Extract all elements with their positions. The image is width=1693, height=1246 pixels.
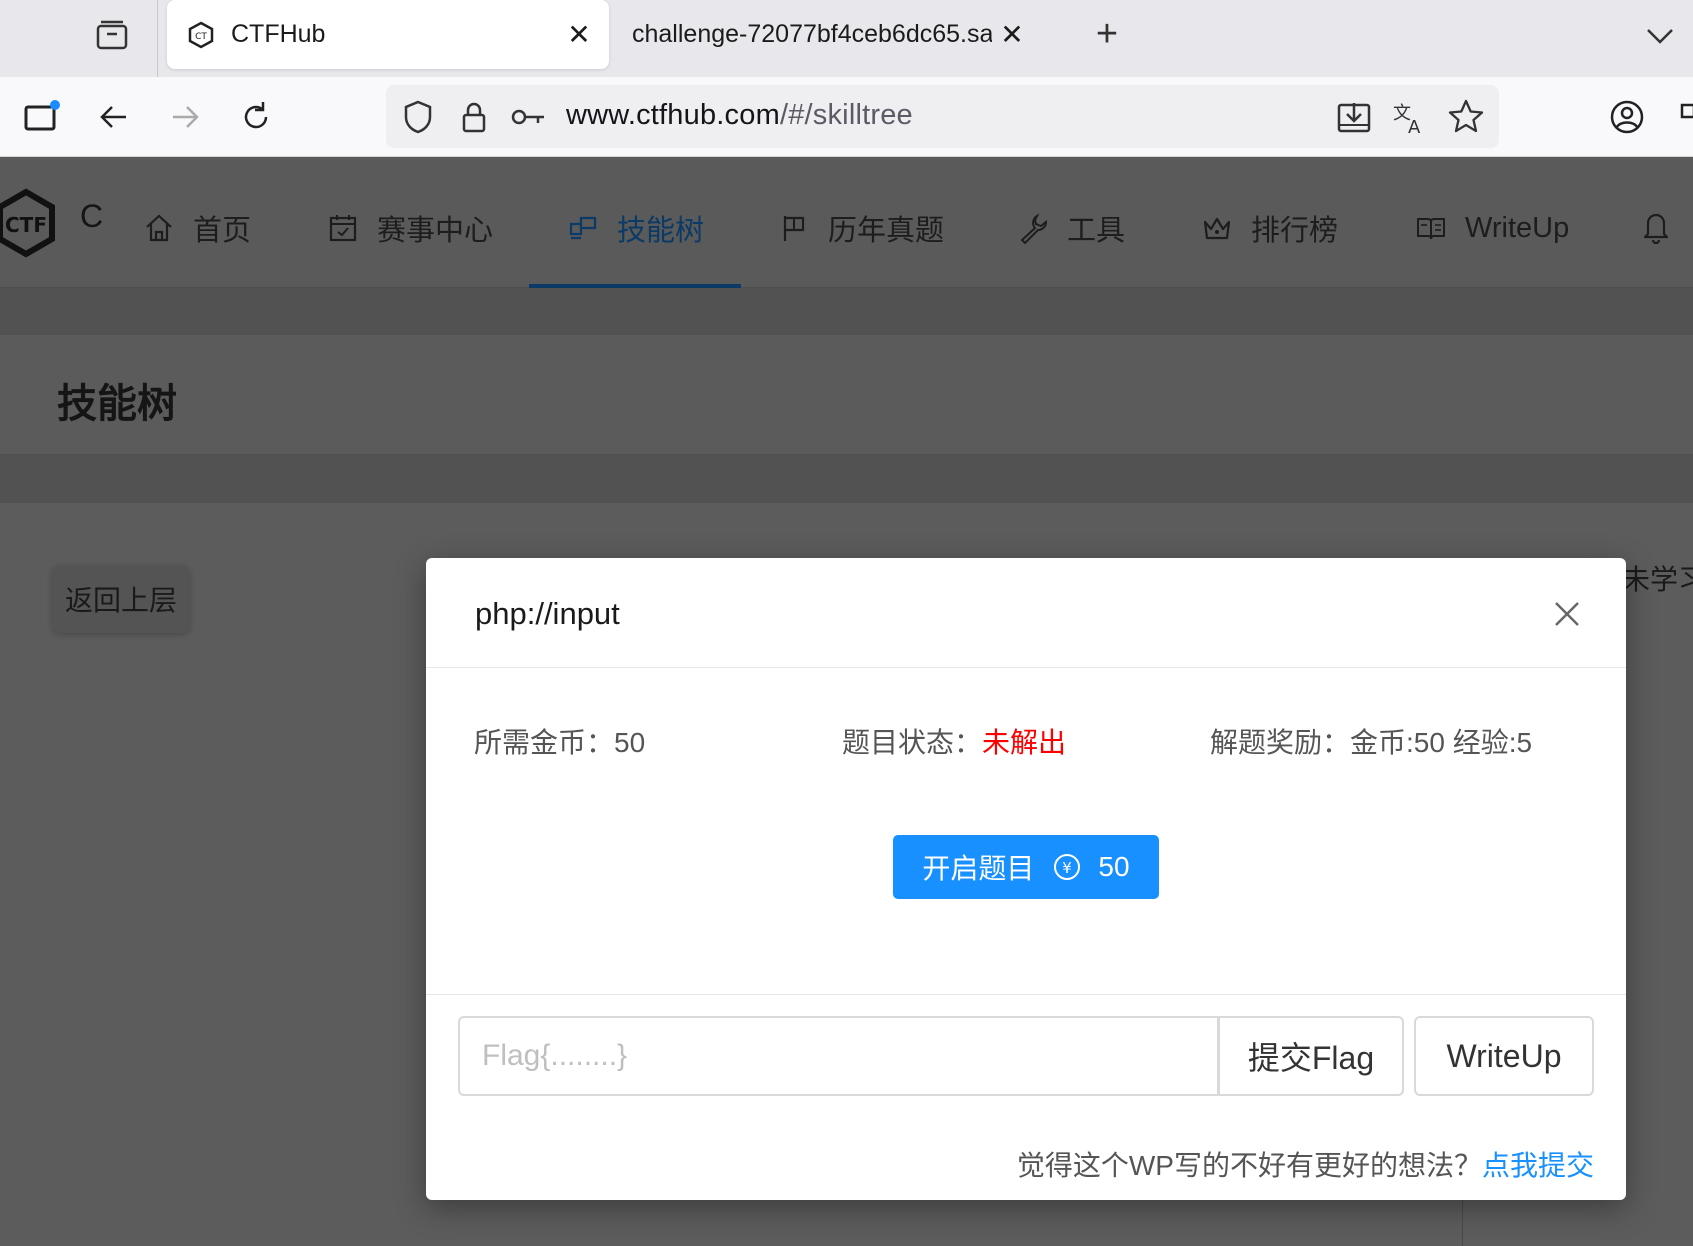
wrench-icon <box>1020 213 1048 244</box>
crown-icon <box>1203 217 1231 240</box>
coins-required-value: 50 <box>614 727 646 758</box>
browser-tab[interactable]: challenge-72077bf4ceb6dc65.sar ✕ <box>612 0 1042 69</box>
back-arrow-icon[interactable] <box>94 97 134 137</box>
svg-text:¥: ¥ <box>1063 859 1073 877</box>
close-tab-icon[interactable]: ✕ <box>992 15 1032 55</box>
page-header: 技能树 <box>0 335 1693 455</box>
nav-label: WriteUp <box>1465 211 1570 244</box>
status-label: 题目状态： <box>842 727 983 758</box>
nav-label: 排行榜 <box>1251 215 1339 247</box>
divider <box>1462 1195 1463 1246</box>
page-title: 技能树 <box>57 382 177 426</box>
ctfhub-favicon-icon: CT <box>188 21 214 48</box>
tab-title: challenge-72077bf4ceb6dc65.sar <box>632 20 992 48</box>
nav-item-past-problems[interactable]: 历年真题 <box>778 208 944 248</box>
nav-label: 工具 <box>1067 215 1126 247</box>
svg-text:A: A <box>1408 117 1421 137</box>
nav-spacer <box>0 288 1693 335</box>
skilltree-icon <box>569 216 597 240</box>
side-status-text: 未学习 <box>1622 564 1693 595</box>
back-button[interactable]: 返回上层 <box>52 565 190 633</box>
svg-text:CTF: CTF <box>5 213 47 237</box>
writeup-feedback: 觉得这个WP写的不好有更好的想法？点我提交 <box>1017 1144 1594 1184</box>
feedback-submit-link[interactable]: 点我提交 <box>1482 1150 1594 1181</box>
nav-item-writeup[interactable]: WriteUp <box>1415 208 1569 248</box>
star-icon[interactable] <box>1446 97 1486 137</box>
calendar-icon <box>329 215 357 242</box>
close-tab-icon[interactable]: ✕ <box>559 15 599 55</box>
tab-groups-icon[interactable] <box>92 16 132 56</box>
chevron-down-icon[interactable] <box>1640 16 1680 56</box>
browser-tab-bar: CT CTFHub ✕ challenge-72077bf4ceb6dc65.s… <box>0 0 1693 77</box>
start-cost: 50 <box>1098 851 1130 882</box>
translate-icon[interactable]: 文 A <box>1390 97 1430 137</box>
svg-text:CT: CT <box>195 32 207 42</box>
url-host: www.ctfhub.com <box>566 99 780 131</box>
coins-required-label: 所需金币： <box>474 727 615 758</box>
browser-tab-active[interactable]: CT CTFHub ✕ <box>167 0 609 69</box>
sidebar-icon[interactable] <box>22 97 62 137</box>
solve-reward: 解题奖励：金币:50 经验:5 <box>1210 721 1532 761</box>
modal-title: php://input <box>475 596 620 631</box>
ctfhub-logo[interactable]: CTF <box>0 188 56 258</box>
nav-item-events[interactable]: 赛事中心 <box>327 208 493 248</box>
nav-item-skilltree[interactable]: 技能树 <box>567 208 704 248</box>
submit-flag-button[interactable]: 提交Flag <box>1218 1016 1404 1096</box>
modal-divider <box>426 994 1626 995</box>
new-tab-button[interactable]: + <box>1085 14 1129 58</box>
nav-item-tools[interactable]: 工具 <box>1017 208 1125 248</box>
flag-input[interactable] <box>458 1016 1219 1096</box>
coins-required: 所需金币：50 <box>474 721 645 761</box>
close-icon[interactable] <box>1546 593 1588 635</box>
challenge-modal: php://input 所需金币：50 题目状态：未解出 解题奖励：金币:50 … <box>426 558 1626 1200</box>
tabbar-divider <box>157 0 158 77</box>
nav-item-ranking[interactable]: 排行榜 <box>1201 208 1338 248</box>
feedback-text: 觉得这个WP写的不好有更好的想法？ <box>1016 1150 1482 1181</box>
modal-header: php://input <box>426 558 1626 668</box>
url-text[interactable]: www.ctfhub.com/#/skilltree <box>566 99 913 132</box>
url-path: /#/skilltree <box>779 99 913 131</box>
flag-icon <box>783 216 805 241</box>
key-icon[interactable] <box>508 97 548 137</box>
nav-label: 首页 <box>193 215 252 247</box>
bell-icon[interactable] <box>1640 208 1672 244</box>
forward-arrow-icon[interactable] <box>165 97 205 137</box>
shield-icon[interactable] <box>398 97 438 137</box>
nav-label: 历年真题 <box>828 215 945 247</box>
status-value: 未解出 <box>982 727 1067 758</box>
book-icon <box>1417 218 1445 240</box>
header-spacer <box>0 455 1693 503</box>
browser-toolbar: www.ctfhub.com/#/skilltree 文 A <box>0 77 1693 157</box>
nav-label: 赛事中心 <box>377 215 494 247</box>
lock-icon[interactable] <box>454 97 494 137</box>
writeup-button[interactable]: WriteUp <box>1414 1016 1594 1096</box>
home-icon <box>146 214 172 242</box>
challenge-status: 题目状态：未解出 <box>842 721 1066 761</box>
reward-label: 解题奖励： <box>1210 727 1351 758</box>
yen-coin-icon: ¥ <box>1054 854 1081 880</box>
account-icon[interactable] <box>1607 97 1647 137</box>
address-bar[interactable]: www.ctfhub.com/#/skilltree 文 A <box>386 85 1499 148</box>
start-button-label: 开启题目 <box>922 853 1035 884</box>
extensions-icon[interactable] <box>1680 97 1693 137</box>
logo-text: C <box>80 198 104 234</box>
tab-title: CTFHub <box>231 20 326 48</box>
nav-item-home[interactable]: 首页 <box>143 208 251 248</box>
reward-value: 金币:50 经验:5 <box>1350 727 1533 758</box>
site-navbar: CTF C 首页 赛事中心 技能树 历年真题 工具 排行榜 WriteUp <box>0 158 1693 288</box>
install-app-icon[interactable] <box>1334 97 1374 137</box>
reload-icon[interactable] <box>236 97 276 137</box>
start-challenge-button[interactable]: 开启题目 ¥ 50 <box>893 835 1159 899</box>
nav-label: 技能树 <box>617 215 705 247</box>
